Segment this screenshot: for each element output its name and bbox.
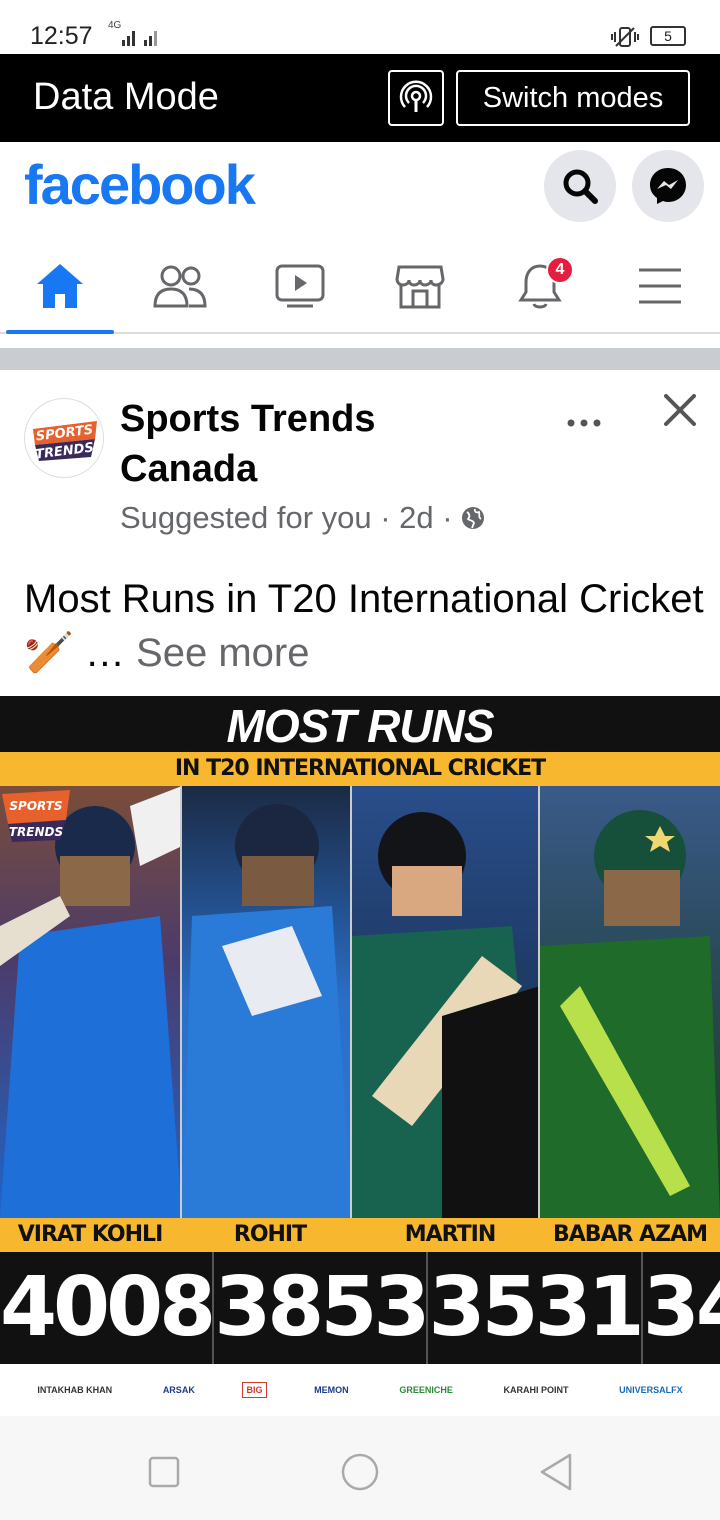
- tab-friends[interactable]: [120, 238, 240, 334]
- tab-menu[interactable]: [600, 238, 720, 334]
- player-runs: 3485: [642, 1260, 720, 1355]
- player-photo-1: SPORTS TRENDS: [0, 786, 182, 1218]
- player-runs: 4008: [0, 1252, 216, 1364]
- marketplace-icon: [395, 265, 445, 309]
- status-bar: 12:57 4G 5: [0, 0, 720, 54]
- sponsor-strip: INTAKHAB KHAN ARSAK BIG MEMON GREENICHE …: [0, 1364, 720, 1416]
- player-name: BABAR AZAM: [552, 1222, 708, 1247]
- clock: 12:57: [30, 22, 93, 50]
- data-mode-info-button[interactable]: [388, 70, 444, 126]
- image-subtitle: IN T20 INTERNATIONAL CRICKET: [0, 752, 720, 786]
- network-type: 4G: [108, 20, 122, 31]
- player-name: MARTIN GUPTILL: [402, 1222, 499, 1281]
- sports-trends-logo: SPORTS TRENDS: [27, 401, 103, 477]
- post-image[interactable]: MOST RUNS IN T20 INTERNATIONAL CRICKET S…: [0, 696, 720, 1416]
- back-icon[interactable]: [538, 1452, 574, 1492]
- sponsor-logo: GREENICHE: [399, 1385, 453, 1395]
- sponsor-logo: UNIVERSALFX: [619, 1385, 683, 1395]
- system-navigation-bar: [0, 1416, 720, 1520]
- post-meta: Suggested for you · 2d ·: [120, 500, 485, 536]
- post-options-button[interactable]: [566, 398, 602, 437]
- messenger-icon: [650, 168, 686, 204]
- player-names-bar: VIRAT KOHLI ROHIT SHARMA MARTIN GUPTILL …: [0, 1218, 720, 1281]
- home-button-icon[interactable]: [340, 1452, 380, 1492]
- post-meta-text: Suggested for you · 2d ·: [120, 500, 453, 535]
- switch-modes-button[interactable]: Switch modes: [456, 70, 690, 126]
- player-name: ROHIT SHARMA: [219, 1222, 321, 1281]
- app-header: facebook: [0, 142, 720, 238]
- facebook-logo[interactable]: facebook: [24, 152, 256, 217]
- watermark-line-1: SPORTS: [9, 799, 62, 813]
- player-runs: 3853: [214, 1252, 430, 1364]
- active-tab-indicator: [6, 330, 114, 334]
- page-avatar[interactable]: SPORTS TRENDS: [24, 398, 104, 478]
- battery-indicator: 5: [650, 26, 686, 46]
- image-title: MOST RUNS: [0, 696, 720, 752]
- sponsor-logo: BIG: [242, 1382, 267, 1398]
- player-name: VIRAT KOHLI: [17, 1222, 164, 1247]
- feed-separator: [0, 348, 720, 370]
- watermark-line-2: TRENDS: [9, 825, 63, 839]
- sponsor-logo: KARAHI POINT: [503, 1385, 569, 1395]
- page-name[interactable]: Sports Trends Canada: [120, 394, 420, 494]
- globe-icon: [461, 507, 484, 529]
- search-icon: [563, 169, 598, 204]
- home-icon: [37, 264, 83, 308]
- tab-home[interactable]: [0, 238, 120, 334]
- notification-badge: 4: [546, 256, 574, 284]
- tab-watch[interactable]: [240, 238, 360, 334]
- sponsor-logo: MEMON: [314, 1385, 349, 1395]
- recent-apps-icon[interactable]: [148, 1456, 180, 1488]
- player-photo-4: [540, 786, 720, 1218]
- post-header: SPORTS TRENDS Sports Trends Canada Sugge…: [0, 370, 720, 560]
- friends-icon: [153, 265, 207, 308]
- hamburger-menu-icon: [639, 268, 681, 304]
- players-panel: SPORTS TRENDS: [0, 786, 720, 1218]
- more-horizontal-icon: [567, 419, 601, 427]
- player-runs-bar: 4008 3853 3531 3485: [0, 1252, 720, 1364]
- nav-tabs: 4: [0, 238, 720, 334]
- data-mode-title: Data Mode: [33, 76, 219, 118]
- hide-post-button[interactable]: [660, 390, 700, 430]
- video-icon: [275, 264, 325, 308]
- signal-icon: [122, 26, 162, 46]
- broadcast-icon: [399, 80, 433, 112]
- data-mode-bar: Data Mode Switch modes: [0, 54, 720, 142]
- sponsor-logo: ARSAK: [162, 1385, 195, 1395]
- player-photo-3: [352, 786, 540, 1218]
- post-ellipsis: …: [73, 631, 125, 675]
- see-more-link[interactable]: See more: [125, 631, 309, 675]
- vibrate-icon: [610, 26, 640, 53]
- player-runs: 3531: [428, 1252, 645, 1364]
- tab-notifications[interactable]: 4: [480, 238, 600, 334]
- messenger-button[interactable]: [632, 150, 704, 222]
- sponsor-logo: INTAKHAB KHAN: [37, 1385, 113, 1395]
- player-photo-2: [182, 786, 352, 1218]
- search-button[interactable]: [544, 150, 616, 222]
- close-icon: [664, 394, 696, 426]
- tab-marketplace[interactable]: [360, 238, 480, 334]
- post-text: Most Runs in T20 International Cricket 🏏…: [24, 572, 704, 680]
